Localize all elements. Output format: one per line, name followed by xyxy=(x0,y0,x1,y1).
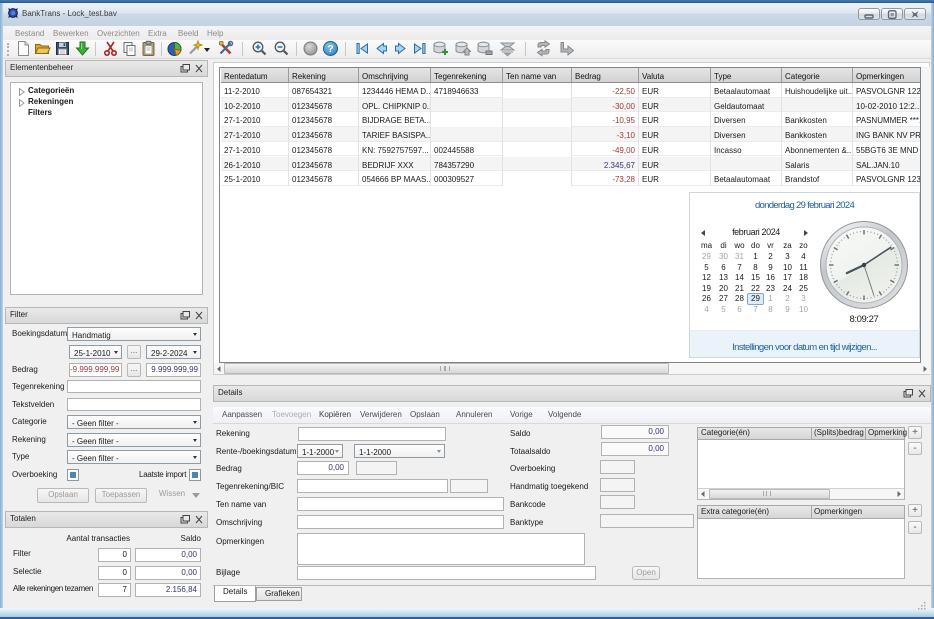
svg-text:?: ? xyxy=(327,44,333,55)
